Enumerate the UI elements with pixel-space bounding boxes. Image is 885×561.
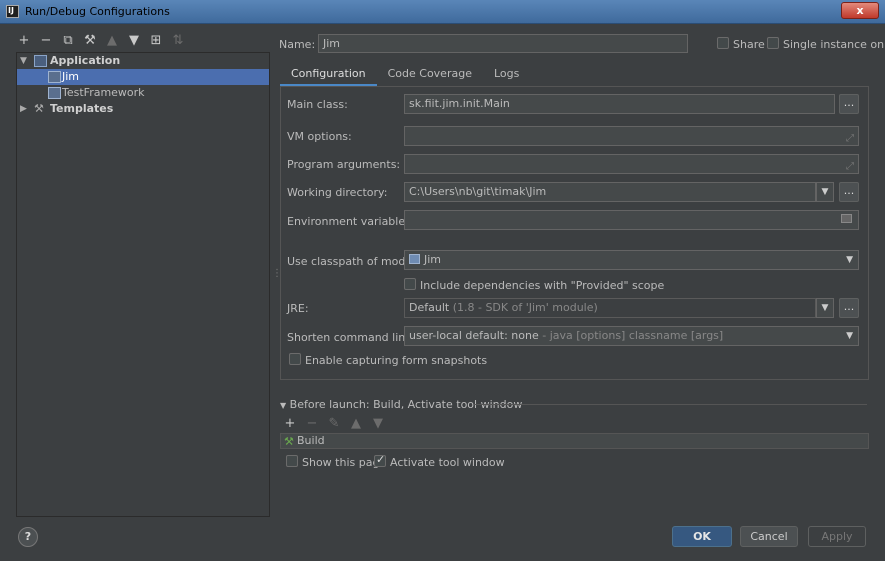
include-deps-label: Include dependencies with "Provided" sco… — [420, 279, 665, 292]
title-bar: Run/Debug Configurations x — [0, 0, 885, 24]
before-launch-toolbar: + − ✎ ▲ ▼ — [283, 416, 385, 432]
copy-icon[interactable]: ⧉ — [60, 33, 76, 49]
sort-icon[interactable]: ⇅ — [170, 33, 186, 49]
tab-code-coverage[interactable]: Code Coverage — [377, 64, 483, 86]
env-vars-input[interactable] — [404, 210, 859, 230]
tree-item-templates[interactable]: ▶ ⚒ Templates — [17, 101, 269, 117]
jre-dropdown[interactable]: ▼ — [816, 298, 834, 318]
main-class-label: Main class: — [287, 98, 348, 111]
jre-value: Default — [409, 301, 450, 314]
config-tree: ▼ Application Jim TestFramework ▶ ⚒ Temp… — [16, 52, 270, 517]
edit-icon[interactable]: ✎ — [327, 416, 341, 432]
module-icon — [409, 254, 420, 264]
working-dir-dropdown[interactable]: ▼ — [816, 182, 834, 202]
move-down-icon[interactable]: ▼ — [371, 416, 385, 432]
shorten-select[interactable]: user-local default: none - java [options… — [404, 326, 859, 346]
chevron-down-icon: ▼ — [846, 331, 853, 341]
classpath-select[interactable]: Jim ▼ — [404, 250, 859, 270]
jre-input[interactable]: Default (1.8 - SDK of 'Jim' module) — [404, 298, 816, 318]
new-folder-icon[interactable]: ⊞ — [148, 33, 164, 49]
tab-configuration[interactable]: Configuration — [280, 64, 377, 86]
env-vars-label: Environment variables: — [287, 215, 415, 228]
help-button[interactable]: ? — [18, 527, 38, 547]
share-checkbox[interactable] — [717, 37, 729, 49]
before-launch-list: ⚒ Build — [280, 433, 869, 449]
build-label: Build — [297, 434, 325, 447]
move-up-icon[interactable]: ▲ — [349, 416, 363, 432]
shorten-value: user-local default: none — [409, 329, 539, 342]
jre-browse-button[interactable]: ... — [839, 298, 859, 318]
apply-button[interactable]: Apply — [808, 526, 866, 547]
single-instance-checkbox[interactable] — [767, 37, 779, 49]
activate-tool-window-checkbox[interactable] — [374, 453, 386, 467]
ok-button[interactable]: OK — [672, 526, 732, 547]
tree-item-application[interactable]: ▼ Application — [17, 53, 269, 69]
tab-logs[interactable]: Logs — [483, 64, 530, 86]
vm-options-label: VM options: — [287, 130, 352, 143]
jre-label: JRE: — [287, 302, 309, 315]
wrench-icon: ⚒ — [34, 102, 44, 115]
snapshots-label: Enable capturing form snapshots — [305, 354, 488, 367]
list-item[interactable]: ⚒ Build — [281, 434, 868, 448]
main-class-browse-button[interactable]: ... — [839, 94, 859, 114]
expand-icon[interactable]: ⤢ — [846, 158, 854, 173]
vm-options-input[interactable]: ⤢ — [404, 126, 859, 146]
remove-icon[interactable]: − — [38, 33, 54, 49]
expand-icon[interactable]: ⤢ — [846, 130, 854, 145]
wrench-icon[interactable]: ⚒ — [82, 33, 98, 49]
chevron-down-icon: ▼ — [846, 255, 853, 265]
collapse-arrow-icon: ▼ — [280, 401, 287, 410]
collapse-arrow-icon[interactable]: ▶ — [20, 101, 27, 117]
add-icon[interactable]: + — [283, 416, 297, 432]
tree-item-label: Jim — [62, 70, 80, 83]
config-tabs: Configuration Code Coverage Logs — [280, 64, 530, 86]
working-dir-input[interactable]: C:\Users\nb\git\timak\Jim — [404, 182, 816, 202]
move-down-icon[interactable]: ▼ — [126, 33, 142, 49]
tree-item-jim[interactable]: Jim — [17, 69, 269, 85]
classpath-value: Jim — [424, 253, 442, 266]
program-args-input[interactable]: ⤢ — [404, 154, 859, 174]
shorten-hint: - java [options] classname [args] — [538, 329, 724, 342]
run-config-icon — [48, 87, 61, 99]
working-dir-label: Working directory: — [287, 186, 388, 199]
expand-arrow-icon[interactable]: ▼ — [20, 53, 27, 69]
tree-item-label: TestFramework — [62, 86, 145, 99]
folder-open-icon[interactable] — [841, 214, 852, 223]
config-toolbar: + − ⧉ ⚒ ▲ ▼ ⊞ ⇅ — [16, 32, 186, 50]
cancel-button[interactable]: Cancel — [740, 526, 798, 547]
tree-item-label: Application — [50, 54, 121, 67]
working-dir-browse-button[interactable]: ... — [839, 182, 859, 202]
show-page-checkbox[interactable] — [286, 455, 298, 467]
name-input[interactable]: Jim — [318, 34, 688, 53]
main-class-input[interactable]: sk.fiit.jim.init.Main — [404, 94, 835, 114]
window-title: Run/Debug Configurations — [25, 5, 170, 18]
snapshots-checkbox[interactable] — [289, 353, 301, 365]
add-icon[interactable]: + — [16, 33, 32, 49]
hammer-icon: ⚒ — [284, 435, 294, 448]
run-config-icon — [48, 71, 61, 83]
share-label: Share — [733, 38, 765, 51]
separator — [474, 404, 867, 405]
tree-item-label: Templates — [50, 102, 114, 115]
tree-item-testframework[interactable]: TestFramework — [17, 85, 269, 101]
include-deps-checkbox[interactable] — [404, 278, 416, 290]
close-button[interactable]: x — [841, 2, 879, 19]
intellij-icon — [6, 5, 19, 18]
move-up-icon[interactable]: ▲ — [104, 33, 120, 49]
shorten-label: Shorten command line: — [287, 331, 416, 344]
jre-hint: (1.8 - SDK of 'Jim' module) — [452, 301, 598, 314]
application-folder-icon — [34, 55, 47, 67]
remove-icon[interactable]: − — [305, 416, 319, 432]
single-instance-label: Single instance only — [783, 38, 885, 51]
name-label: Name: — [279, 38, 316, 51]
activate-tool-window-label: Activate tool window — [390, 456, 505, 469]
program-args-label: Program arguments: — [287, 158, 401, 171]
